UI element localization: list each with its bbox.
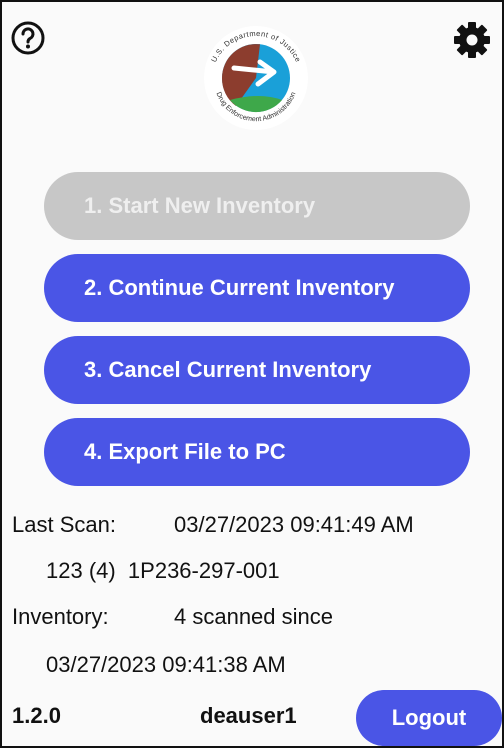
export-file-to-pc-button[interactable]: 4. Export File to PC	[44, 418, 470, 486]
last-scan-detail: 123 (4) 1P236-297-001	[46, 558, 280, 583]
inventory-value: 4 scanned since	[174, 604, 333, 629]
last-scan-label: Last Scan:	[12, 512, 116, 537]
continue-current-inventory-button[interactable]: 2. Continue Current Inventory	[44, 254, 470, 322]
dea-seal-logo: U.S. Department of Justice Drug Enforcem…	[204, 26, 308, 130]
start-new-inventory-button[interactable]: 1. Start New Inventory	[44, 172, 470, 240]
cancel-current-inventory-button[interactable]: 3. Cancel Current Inventory	[44, 336, 470, 404]
inventory-label: Inventory:	[12, 604, 109, 629]
last-scan-value: 03/27/2023 09:41:49 AM	[174, 512, 414, 537]
app-version: 1.2.0	[12, 703, 61, 728]
gear-icon[interactable]	[452, 20, 492, 60]
username: deauser1	[200, 703, 297, 728]
inventory-since-timestamp: 03/27/2023 09:41:38 AM	[46, 652, 286, 677]
app-screen: U.S. Department of Justice Drug Enforcem…	[0, 0, 504, 748]
question-circle-icon[interactable]	[10, 20, 46, 56]
logout-button[interactable]: Logout	[356, 690, 502, 746]
